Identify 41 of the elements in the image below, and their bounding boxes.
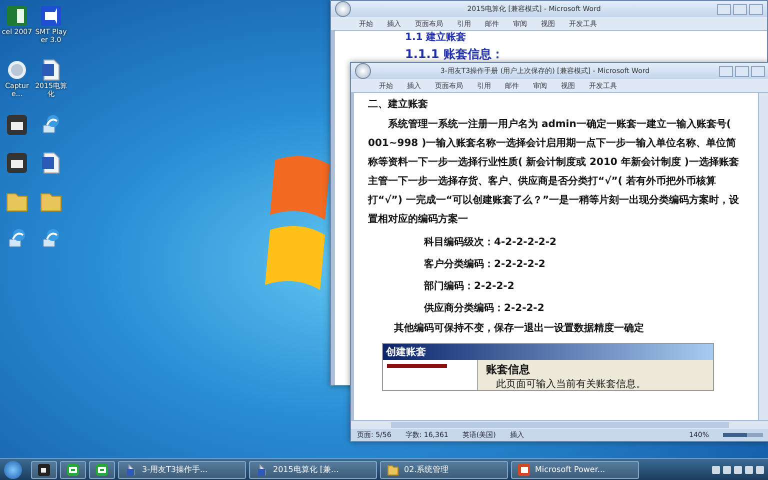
camera-icon: [5, 112, 29, 137]
office-button[interactable]: [335, 1, 351, 17]
taskbar-button[interactable]: 02.系统管理: [380, 460, 508, 478]
close-button[interactable]: [751, 66, 765, 76]
close-button[interactable]: [749, 4, 763, 14]
taskbar-button[interactable]: 2015电算化 [兼...: [249, 460, 377, 478]
presentation-icon: [517, 462, 531, 476]
banner-bar: [387, 364, 447, 368]
office-button[interactable]: [355, 63, 371, 79]
taskbar-button[interactable]: [89, 460, 115, 478]
app-icon: [66, 462, 80, 476]
coding-scheme-line: 供应商分类编码：2-2-2-2: [424, 301, 546, 315]
taskbar-button[interactable]: [60, 460, 86, 478]
scroll-bar[interactable]: [758, 93, 768, 420]
closing-line: 其他编码可保持不变，保存一退出一设置数据精度一确定: [393, 321, 645, 335]
player-icon: [39, 4, 63, 28]
document-heading: 1.1 建立账套: [405, 32, 468, 44]
maximize-button[interactable]: [733, 4, 747, 14]
dialog-heading: 账套信息: [486, 362, 531, 377]
document-heading: 1.1.1 账套信息：: [405, 47, 504, 61]
taskbar-button[interactable]: 3-用友T3操作手...: [118, 460, 246, 478]
spreadsheet-icon: [5, 4, 29, 28]
coding-scheme-line: 客户分类编码：2-2-2-2-2: [424, 257, 546, 271]
folder-icon: [386, 462, 400, 476]
start-button[interactable]: [4, 460, 22, 478]
dialog-note: 此页面可输入当前有关账套信息。: [495, 378, 646, 390]
camera-icon: [37, 462, 51, 476]
maximize-button[interactable]: [735, 66, 749, 76]
taskbar-button[interactable]: [31, 460, 57, 478]
instruction-paragraph: 系统管理一系统一注册一用户名为 admin一确定一账套一建立一输入账套号( 001~998 )一输入账套名称一选择会计启用期一点下一步一输入单位名称、单位简称等资料一下一步一选择行业性质( 新会计制度或 2010 年新会计制度 )一选择账套主管一下一步一选择存货、客户、供应商是否分类打“√”( 若有外币把外币核算打“√”) 一完成一“可以创建账套了么？”一是一稍等片刻一出现分类编码方案时，设置相对应的编码方案一: [368, 117, 740, 227]
coding-scheme-line: 部门编码：2-2-2-2: [424, 279, 516, 293]
minimize-button[interactable]: [717, 4, 731, 14]
app-icon: [95, 462, 109, 476]
minimize-button[interactable]: [719, 66, 733, 76]
coding-scheme-line: 科目编码级次：4-2-2-2-2-2: [424, 236, 558, 249]
camera-icon: [5, 150, 29, 175]
zoom-slider[interactable]: [723, 433, 747, 437]
horizontal-scroll-bar[interactable]: [351, 420, 768, 429]
dialog-title: 创建账套: [383, 344, 713, 360]
section-heading: 二、建立账套: [368, 97, 429, 111]
taskbar-button[interactable]: Microsoft Power...: [511, 460, 639, 478]
